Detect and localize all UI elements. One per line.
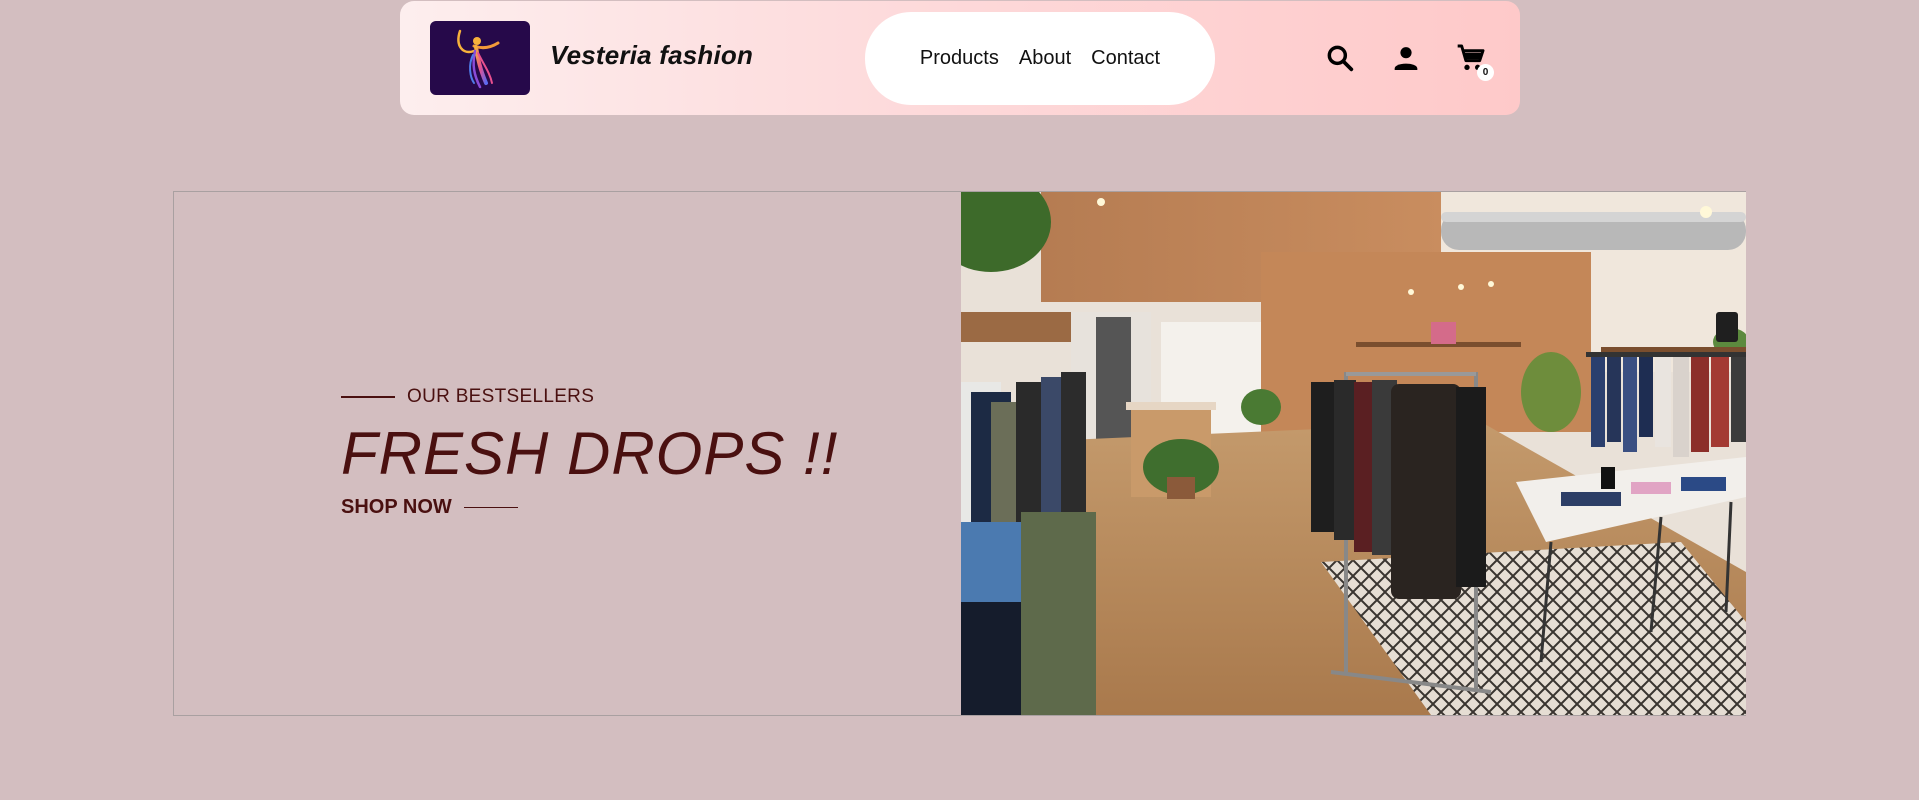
brand-logo[interactable] xyxy=(430,21,530,95)
nav-link-products[interactable]: Products xyxy=(920,47,999,70)
user-icon xyxy=(1394,47,1418,70)
hero-copy: OUR BESTSELLERS FRESH DROPS !! SHOP NOW xyxy=(341,384,838,519)
divider-line xyxy=(463,506,518,509)
hero-eyebrow-text: OUR BESTSELLERS xyxy=(407,386,595,407)
account-button[interactable] xyxy=(1390,42,1422,74)
brand-name[interactable]: Vesteria fashion xyxy=(550,40,753,71)
search-button[interactable] xyxy=(1324,42,1356,74)
divider-line xyxy=(341,396,395,398)
shop-now-link[interactable]: SHOP NOW xyxy=(341,496,838,519)
hero-title: FRESH DROPS !! xyxy=(341,420,839,487)
dancer-logo-icon xyxy=(457,29,500,89)
hero-eyebrow: OUR BESTSELLERS xyxy=(341,384,838,410)
cart-count-badge: 0 xyxy=(1477,64,1494,81)
hero-banner: OUR BESTSELLERS FRESH DROPS !! SHOP NOW xyxy=(173,191,1746,716)
main-nav: Products About Contact xyxy=(865,12,1215,105)
site-header: Vesteria fashion Products About Contact … xyxy=(400,1,1520,115)
nav-link-contact[interactable]: Contact xyxy=(1091,47,1160,70)
clothing-store-interior-image xyxy=(961,192,1746,715)
hero-image xyxy=(961,192,1746,715)
shop-now-label[interactable]: SHOP NOW xyxy=(341,496,452,519)
nav-link-about[interactable]: About xyxy=(1019,47,1071,70)
search-icon xyxy=(1327,45,1354,72)
